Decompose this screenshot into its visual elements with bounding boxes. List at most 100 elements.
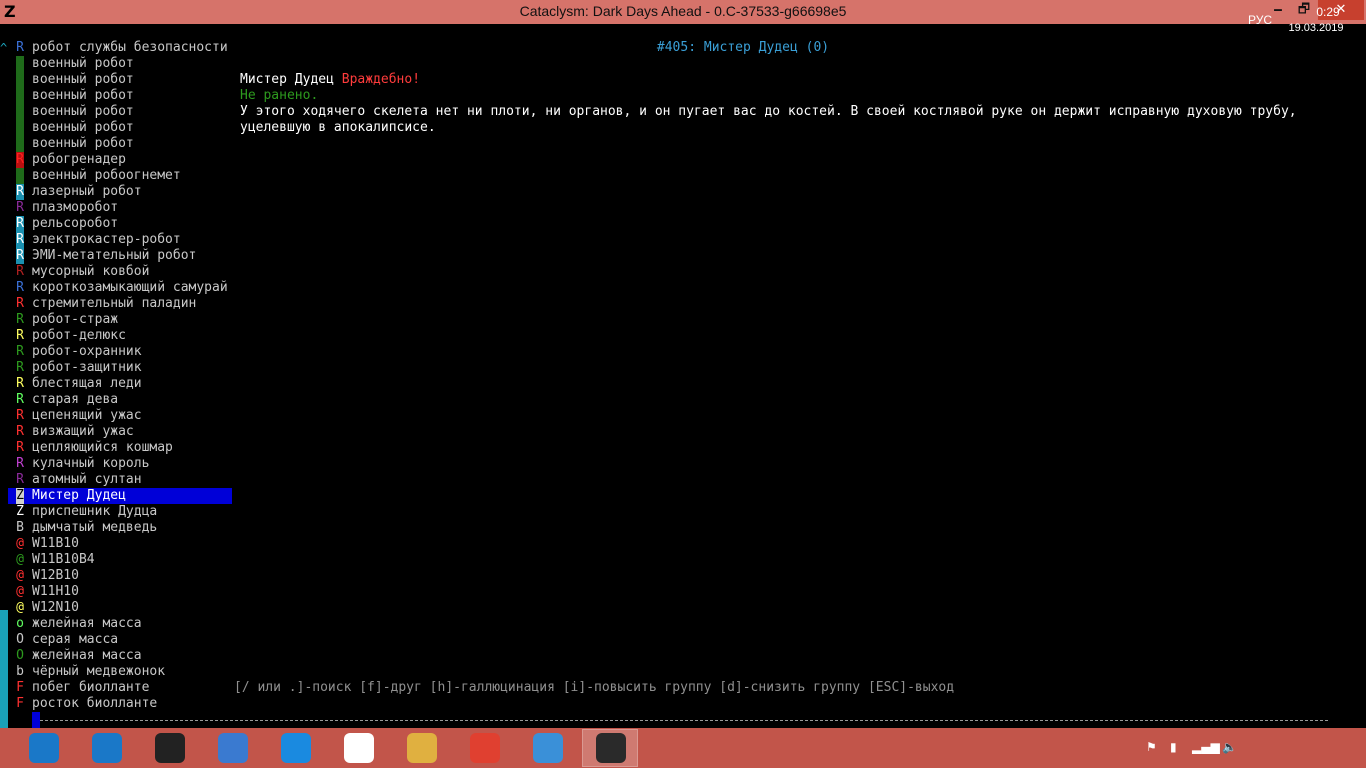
monster-symbol: b bbox=[16, 664, 24, 679]
system-tray: ⚑ ▮ ▂▄▆ 🔈 bbox=[1140, 728, 1366, 768]
monster-name: Мистер Дудец bbox=[240, 72, 334, 87]
monster-list-name: лазерный робот bbox=[32, 184, 142, 199]
monster-symbol: @ bbox=[16, 568, 24, 583]
monster-list-item[interactable]: @ W11B10 bbox=[8, 536, 232, 552]
monster-list-item[interactable]: Rкулачный король bbox=[8, 456, 232, 472]
monster-symbol: R bbox=[16, 200, 24, 215]
monster-name-line: Мистер Дудец Враждебно! bbox=[240, 72, 420, 88]
taskbar-app-button[interactable] bbox=[331, 730, 385, 766]
monster-list-item[interactable]: Rробот-страж bbox=[8, 312, 232, 328]
monster-list-item[interactable]: Rробот-охранник bbox=[8, 344, 232, 360]
monster-list-name: W12N10 bbox=[32, 600, 79, 615]
monster-symbol: R bbox=[16, 328, 24, 343]
monster-list-item[interactable]: Oжелейная масса bbox=[8, 648, 232, 664]
monster-list-item[interactable]: Rстремительный паладин bbox=[8, 296, 232, 312]
monster-list-name: робогренадер bbox=[32, 152, 126, 167]
monster-symbol: R bbox=[16, 88, 24, 104]
monster-list-item[interactable]: Rвоенный робот bbox=[8, 120, 232, 136]
monster-list-item[interactable]: Rмусорный ковбой bbox=[8, 264, 232, 280]
monster-list-name: Мистер Дудец bbox=[32, 488, 126, 503]
monster-list-name: робот-страж bbox=[32, 312, 119, 327]
volume-icon[interactable]: 🔈 bbox=[1222, 740, 1237, 754]
monster-symbol: R bbox=[16, 264, 24, 279]
monster-list-item[interactable]: @ W12N10 bbox=[8, 600, 232, 616]
monster-list-item[interactable]: Fросток биолланте bbox=[8, 696, 232, 712]
monster-list-item[interactable]: @ W12B10 bbox=[8, 568, 232, 584]
monster-symbol: @ bbox=[16, 584, 24, 599]
scrollbar[interactable] bbox=[0, 40, 8, 728]
monster-list-item[interactable]: Rлазерный робот bbox=[8, 184, 232, 200]
taskbar-app-button[interactable] bbox=[457, 730, 511, 766]
monster-list-item[interactable]: @ W11H10 bbox=[8, 584, 232, 600]
monster-list-name: плазморобот bbox=[32, 200, 119, 215]
scroll-down-arrow[interactable]: v bbox=[0, 696, 8, 712]
monster-list-item[interactable]: Fпобег биолланте bbox=[8, 680, 232, 696]
monster-symbol: R bbox=[16, 136, 24, 152]
monster-list-item[interactable]: Rвоенный робот bbox=[8, 104, 232, 120]
monster-list-name: военный робот bbox=[32, 136, 134, 151]
monster-list-item[interactable]: Z Мистер Дудец bbox=[8, 488, 232, 504]
monster-list-name: военный робот bbox=[32, 72, 134, 87]
language-indicator[interactable]: РУС bbox=[1248, 13, 1272, 27]
monster-list-item[interactable]: o желейная масса bbox=[8, 616, 232, 632]
monster-list-name: кулачный король bbox=[32, 456, 150, 471]
monster-list-item[interactable]: Bдымчатый медведь bbox=[8, 520, 232, 536]
monster-list-item[interactable]: Rцепенящий ужас bbox=[8, 408, 232, 424]
monster-list-item[interactable]: Rробот-делюкс bbox=[8, 328, 232, 344]
monster-symbol: R bbox=[16, 72, 24, 88]
monster-list-item[interactable]: Rвоенный робоогнемет bbox=[8, 168, 232, 184]
monster-list-item[interactable]: Rвоенный робот bbox=[8, 56, 232, 72]
signal-icon[interactable]: ▂▄▆ bbox=[1192, 740, 1220, 754]
monster-list-item[interactable]: Rстарая дева bbox=[8, 392, 232, 408]
clock-date[interactable]: 19.03.2019 bbox=[1286, 22, 1346, 34]
monster-symbol: F bbox=[16, 680, 24, 695]
monster-list-name: цепляющийся кошмар bbox=[32, 440, 173, 455]
monster-list-name: визжащий ужас bbox=[32, 424, 134, 439]
battery-icon[interactable]: ▮ bbox=[1170, 740, 1177, 754]
clock-time[interactable]: 0:29 bbox=[1298, 5, 1358, 19]
monster-list-item[interactable]: Rробогренадер bbox=[8, 152, 232, 168]
monster-list-item[interactable]: Rкороткозамыкающий самурай bbox=[8, 280, 232, 296]
monster-list-item[interactable]: Rвоенный робот bbox=[8, 72, 232, 88]
taskbar-app-button[interactable] bbox=[520, 730, 574, 766]
taskbar-app-button[interactable] bbox=[16, 730, 70, 766]
monster-list-item[interactable]: Rробот службы безопасности bbox=[8, 40, 232, 56]
monster-list-item[interactable]: Zприспешник Дудца bbox=[8, 504, 232, 520]
monster-list-name: робот службы безопасности bbox=[32, 40, 228, 55]
folder-icon bbox=[407, 733, 437, 763]
monster-list-item[interactable]: @ W11B10B4 bbox=[8, 552, 232, 568]
monster-list-item[interactable]: Rэлектрокастер-робот bbox=[8, 232, 232, 248]
monster-symbol: R bbox=[16, 472, 24, 487]
taskbar-app-button[interactable] bbox=[142, 730, 196, 766]
monster-list-item[interactable]: Rплазморобот bbox=[8, 200, 232, 216]
taskbar-app-button[interactable] bbox=[394, 730, 448, 766]
monster-symbol: R bbox=[16, 424, 24, 439]
taskbar-app-button[interactable] bbox=[205, 730, 259, 766]
monster-list-item[interactable]: Rробот-защитник bbox=[8, 360, 232, 376]
monster-list-item[interactable]: Rатомный султан bbox=[8, 472, 232, 488]
monster-list-item[interactable]: Rвоенный робот bbox=[8, 136, 232, 152]
monster-list-name: W12B10 bbox=[32, 568, 79, 583]
monster-symbol: R bbox=[16, 440, 24, 455]
monster-list-item[interactable]: Rвизжащий ужас bbox=[8, 424, 232, 440]
taskbar-app-button[interactable] bbox=[582, 729, 638, 767]
taskbar-app-button[interactable] bbox=[268, 730, 322, 766]
monster-header: #405: Мистер Дудец (0) bbox=[656, 40, 830, 55]
monster-list-item[interactable]: Rрельсоробот bbox=[8, 216, 232, 232]
lightning-icon bbox=[281, 733, 311, 763]
monster-list-item[interactable]: Rвоенный робот bbox=[8, 88, 232, 104]
monster-list-item[interactable]: R ЭМИ-метательный робот bbox=[8, 248, 232, 264]
taskbar-app-button[interactable] bbox=[79, 730, 133, 766]
title-bar: Z Cataclysm: Dark Days Ahead - 0.C-37533… bbox=[0, 0, 1366, 24]
monster-list-item[interactable]: Oсерая масса bbox=[8, 632, 232, 648]
monster-list-name: электрокастер-робот bbox=[32, 232, 181, 247]
scroll-up-arrow[interactable]: ^ bbox=[0, 40, 8, 56]
flag-icon[interactable]: ⚑ bbox=[1146, 740, 1157, 754]
monster-symbol: R bbox=[16, 120, 24, 136]
monster-list-name: стремительный паладин bbox=[32, 296, 197, 311]
monster-list-item[interactable]: Rцепляющийся кошмар bbox=[8, 440, 232, 456]
webcam-icon bbox=[155, 733, 185, 763]
monster-list-name: чёрный медвежонок bbox=[32, 664, 166, 679]
monster-list-item[interactable]: Rблестящая леди bbox=[8, 376, 232, 392]
monster-list-item[interactable]: b чёрный медвежонок bbox=[8, 664, 232, 680]
